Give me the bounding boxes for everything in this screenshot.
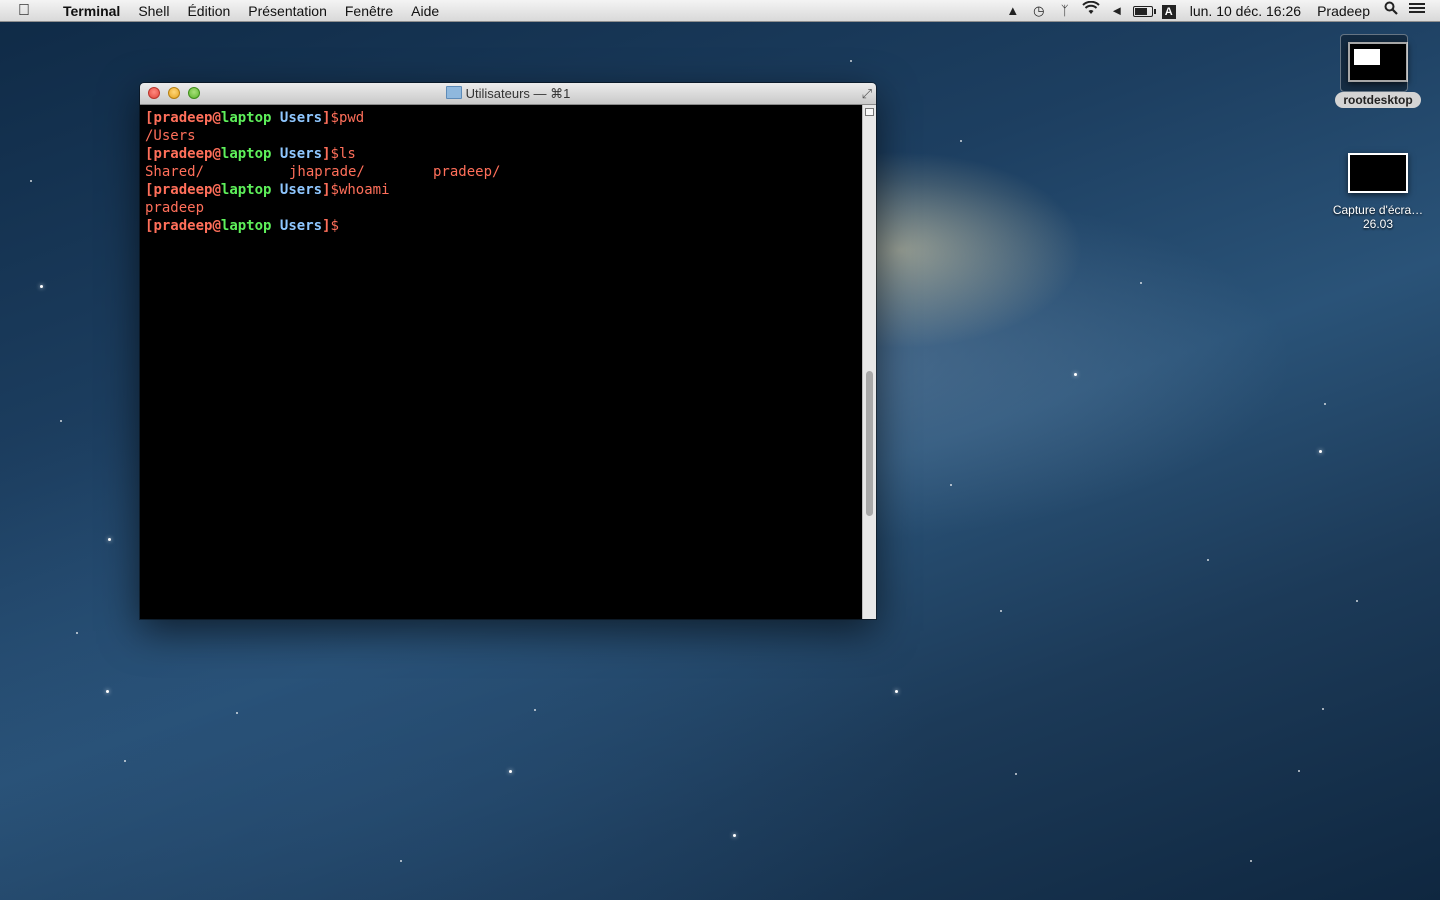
menu-shell[interactable]: Shell: [129, 0, 178, 22]
time-machine-icon[interactable]: ◷: [1026, 0, 1052, 22]
menu-edition[interactable]: Édition: [178, 0, 239, 22]
terminal-line: pradeep: [145, 200, 205, 216]
battery-icon[interactable]: [1130, 0, 1156, 22]
terminal-line: [pradeep@laptop Users]$pwd: [145, 110, 365, 126]
menu-user[interactable]: Pradeep: [1309, 0, 1378, 22]
menu-fenetre[interactable]: Fenêtre: [336, 0, 402, 22]
terminal-scrollbar[interactable]: [862, 105, 876, 619]
menu-presentation[interactable]: Présentation: [239, 0, 336, 22]
window-title: Utilisateurs — ⌘1: [140, 83, 876, 105]
terminal-line: /Users: [145, 128, 196, 144]
window-titlebar[interactable]: Utilisateurs — ⌘1 ⤢: [140, 83, 876, 105]
screenshot-thumbnail-icon: [1340, 34, 1408, 92]
terminal-line: Shared/jhaprade/pradeep/: [145, 164, 501, 180]
spotlight-search-icon[interactable]: [1378, 0, 1404, 22]
menu-app-terminal[interactable]: Terminal: [54, 0, 129, 22]
window-title-text: Utilisateurs — ⌘1: [465, 86, 571, 101]
notification-center-icon[interactable]: [1404, 0, 1430, 22]
desktop-icon-label: rootdesktop: [1335, 92, 1421, 108]
terminal-line: [pradeep@laptop Users]$ls: [145, 146, 356, 162]
menu-clock[interactable]: lun. 10 déc. 16:26: [1182, 0, 1309, 22]
desktop-icon-capture[interactable]: Capture d'écra…26.03: [1328, 153, 1428, 231]
terminal-window: Utilisateurs — ⌘1 ⤢ [pradeep@laptop User…: [140, 83, 876, 619]
desktop-icon-rootdesktop[interactable]: rootdesktop: [1328, 34, 1428, 109]
wifi-icon[interactable]: [1078, 0, 1104, 22]
google-drive-icon[interactable]: ▲: [1000, 0, 1026, 22]
scrollbar-thumb[interactable]: [866, 371, 873, 516]
terminal-prompt: [pradeep@laptop Users]$: [145, 218, 339, 234]
volume-icon[interactable]: ◄: [1104, 0, 1130, 22]
desktop-icon-label: Capture d'écra…26.03: [1332, 203, 1424, 231]
fullscreen-icon[interactable]: ⤢: [862, 86, 872, 102]
terminal-line: [pradeep@laptop Users]$whoami: [145, 182, 390, 198]
terminal-output[interactable]: [pradeep@laptop Users]$pwd/Users [pradeep…: [140, 105, 862, 619]
menu-aide[interactable]: Aide: [402, 0, 448, 22]
split-pane-button[interactable]: [865, 108, 874, 116]
input-source-icon[interactable]: A: [1156, 0, 1182, 22]
folder-icon: [445, 86, 462, 99]
bluetooth-icon[interactable]: ᛉ: [1052, 0, 1078, 22]
screenshot-thumbnail-icon: [1348, 153, 1408, 193]
menu-bar:  Terminal Shell Édition Présentation Fe…: [0, 0, 1440, 22]
apple-menu-icon[interactable]: : [18, 0, 38, 22]
